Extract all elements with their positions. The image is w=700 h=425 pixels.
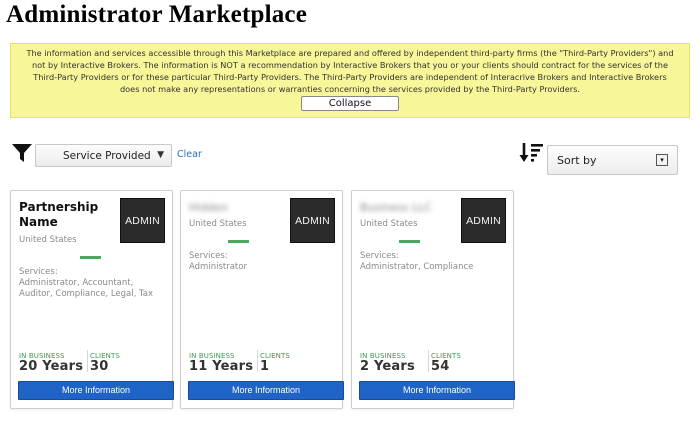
- services-label: Services:: [189, 251, 228, 261]
- clients-value: 30: [90, 359, 109, 374]
- service-filter-select[interactable]: Service Provided ▼: [35, 144, 172, 167]
- admin-badge: ADMIN: [290, 198, 335, 243]
- provider-name: Hidden: [189, 201, 229, 214]
- provider-name: Partnership Name: [19, 200, 99, 229]
- green-divider: [228, 240, 249, 243]
- provider-country: United States: [189, 219, 247, 229]
- clear-filter-link[interactable]: Clear: [177, 149, 202, 160]
- services-label: Services:: [19, 267, 58, 277]
- clients-value: 1: [260, 359, 270, 374]
- provider-country: United States: [360, 219, 418, 229]
- services-label: Services:: [360, 251, 399, 261]
- page-title: Administrator Marketplace: [6, 1, 308, 28]
- in-business-value: 20 Years: [19, 359, 84, 374]
- green-divider: [80, 256, 101, 259]
- clients-value: 54: [431, 359, 450, 374]
- sort-by-value: Sort by: [557, 154, 597, 167]
- service-filter-value: Service Provided: [63, 150, 151, 162]
- admin-badge: ADMIN: [461, 198, 506, 243]
- sort-by-select[interactable]: Sort by ▾: [547, 145, 678, 175]
- services-list: Administrator: [189, 262, 247, 272]
- more-information-button[interactable]: More Information: [359, 381, 515, 400]
- services-list: Administrator, Accountant, Auditor, Comp…: [19, 278, 154, 299]
- provider-country: United States: [19, 235, 77, 245]
- disclaimer-text: The information and services accessible …: [26, 48, 674, 94]
- stat-divider: [257, 350, 258, 372]
- stat-divider: [87, 350, 88, 372]
- services-list: Administrator, Compliance: [360, 262, 474, 272]
- more-information-button[interactable]: More Information: [18, 381, 174, 400]
- provider-card: Hidden United States ADMIN Services: Adm…: [180, 190, 344, 409]
- services-block: Services: Administrator: [189, 251, 339, 273]
- services-block: Services: Administrator, Compliance: [360, 251, 510, 273]
- chevron-down-icon: ▼: [157, 150, 164, 160]
- admin-badge: ADMIN: [120, 198, 165, 243]
- provider-card: Partnership Name United States ADMIN Ser…: [10, 190, 174, 409]
- chevron-down-icon: ▾: [656, 154, 668, 166]
- in-business-value: 2 Years: [360, 359, 415, 374]
- green-divider: [399, 240, 420, 243]
- filter-icon[interactable]: [11, 142, 33, 164]
- disclaimer-banner: The information and services accessible …: [10, 43, 690, 118]
- provider-name: Business LLC: [360, 201, 432, 214]
- stat-divider: [428, 350, 429, 372]
- in-business-value: 11 Years: [189, 359, 254, 374]
- more-information-button[interactable]: More Information: [188, 381, 344, 400]
- collapse-button[interactable]: Collapse: [301, 96, 399, 111]
- services-block: Services: Administrator, Accountant, Aud…: [19, 267, 169, 300]
- sort-descending-icon[interactable]: [519, 141, 545, 165]
- provider-card: Business LLC United States ADMIN Service…: [351, 190, 515, 409]
